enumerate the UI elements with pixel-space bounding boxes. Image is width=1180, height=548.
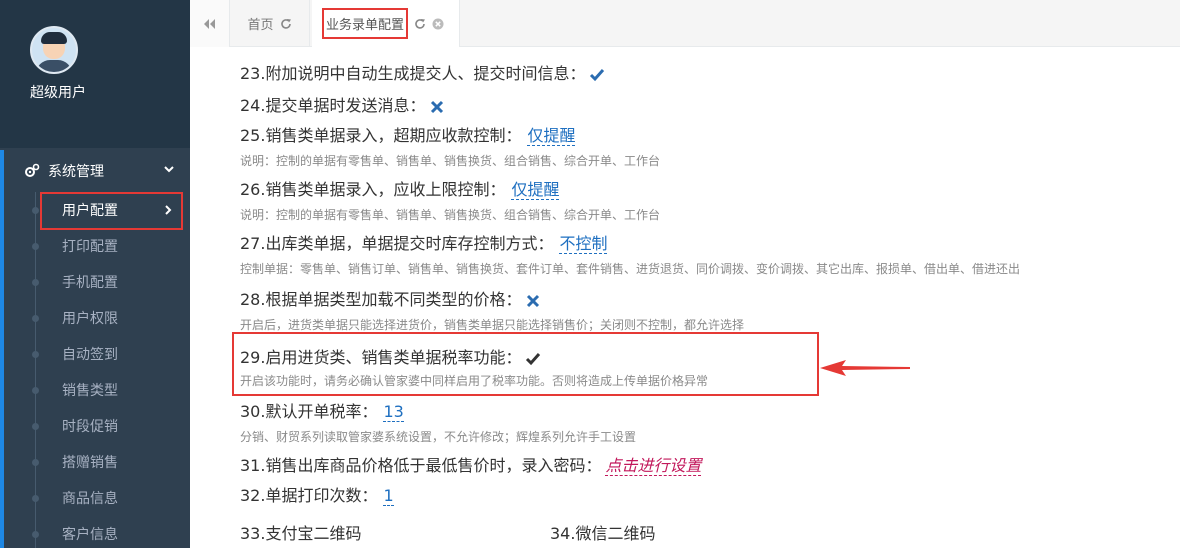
setting-label: 34.微信二维码 [550,524,656,543]
setting-note: 说明：控制的单据有零售单、销售单、销售换货、组合销售、综合开单、工作台 [240,154,661,168]
bullet-dot [32,351,39,358]
refresh-icon[interactable] [280,18,292,30]
sidebar-item-time-promotion[interactable]: 时段促销 [4,408,190,444]
sidebar-item-gift-sales[interactable]: 搭赠销售 [4,444,190,480]
avatar[interactable] [30,26,78,74]
bullet-dot [32,243,39,250]
annotation-box-user-config [40,192,183,230]
bullet-dot [32,315,39,322]
setting-value-link[interactable]: 13 [383,402,404,422]
sidebar-item-label: 客户信息 [62,527,118,543]
sidebar-item-label: 自动签到 [62,347,118,363]
sidebar-item-auto-checkin[interactable]: 自动签到 [4,336,190,372]
setting-label: 31.销售出库商品价格低于最低售价时，录入密码： [240,456,602,475]
sidebar-item-customer-info[interactable]: 客户信息 [4,516,190,548]
user-name: 超级用户 [30,85,86,101]
setting-label: 23.附加说明中自动生成提交人、提交时间信息： [240,64,586,83]
setting-label: 28.根据单据类型加载不同类型的价格： [240,290,522,309]
bullet-dot [32,279,39,286]
setting-value-link[interactable]: 仅提醒 [527,126,576,146]
menu-title-system[interactable]: 系统管理 [4,150,190,192]
setting-label: 30.默认开单税率： [240,402,378,421]
setting-label: 33.支付宝二维码 [240,524,362,543]
setting-label: 27.出库类单据，单据提交时库存控制方式： [240,234,554,253]
refresh-icon[interactable] [414,18,426,30]
sidebar-item-print-config[interactable]: 打印配置 [4,228,190,264]
sidebar-item-label: 打印配置 [62,239,118,255]
bullet-dot [32,207,39,214]
bullet-dot [32,495,39,502]
setting-label: 26.销售类单据录入，应收上限控制： [240,180,506,199]
setting-27: 27.出库类单据，单据提交时库存控制方式： 不控制 [240,230,608,254]
tab-home[interactable]: 首页 [230,0,310,47]
setting-23: 23.附加说明中自动生成提交人、提交时间信息： [240,60,605,84]
setting-note: 分销、财贸系列读取管家婆系统设置，不允许修改；辉煌系列允许手工设置 [240,430,637,444]
tab-bar: 首页 业务录单配置 [190,0,1180,47]
bullet-dot [32,423,39,430]
setting-30: 30.默认开单税率： 13 [240,398,404,422]
sidebar-item-user-permissions[interactable]: 用户权限 [4,300,190,336]
set-password-link[interactable]: 点击进行设置 [605,456,702,476]
tab-business-entry-config[interactable]: 业务录单配置 [312,0,460,47]
setting-26: 26.销售类单据录入，应收上限控制： 仅提醒 [240,176,560,200]
sidebar-item-label: 销售类型 [62,383,118,399]
setting-34: 34.微信二维码 [550,520,655,544]
setting-32: 32.单据打印次数： 1 [240,482,394,506]
tab-label: 首页 [247,18,274,33]
sidebar-item-label: 用户权限 [62,311,118,327]
double-chevron-left-icon [203,18,215,29]
sidebar: 超级用户 系统管理 用户配置 打印配置 手机配置 用户权限 自动签到 销售类型 [0,0,190,548]
setting-value-link[interactable]: 仅提醒 [511,180,560,200]
sidebar-item-product-info[interactable]: 商品信息 [4,480,190,516]
setting-24: 24.提交单据时发送消息： [240,92,445,116]
bullet-dot [32,387,39,394]
tab-scroll-left-button[interactable] [190,0,230,47]
setting-label: 25.销售类单据录入，超期应收款控制： [240,126,522,145]
user-profile: 超级用户 [0,0,190,148]
chevron-down-icon [164,166,174,173]
sidebar-item-label: 商品信息 [62,491,118,507]
cross-icon[interactable] [525,293,541,309]
setting-value-link[interactable]: 1 [383,486,394,506]
bullet-dot [32,531,39,538]
annotation-box-tax-setting [232,332,819,396]
close-icon[interactable] [432,18,444,30]
sidebar-item-sales-type[interactable]: 销售类型 [4,372,190,408]
setting-note: 控制单据：零售单、销售订单、销售单、销售换货、套件订单、套件销售、进货退货、同价… [240,262,1021,276]
setting-label: 32.单据打印次数： [240,486,378,505]
setting-note: 说明：控制的单据有零售单、销售单、销售换货、组合销售、综合开单、工作台 [240,208,661,222]
sidebar-item-label: 时段促销 [62,419,118,435]
setting-note: 开启后，进货类单据只能选择进货价，销售类单据只能选择销售价；关闭则不控制，都允许… [240,318,745,332]
setting-31: 31.销售出库商品价格低于最低售价时，录入密码： 点击进行设置 [240,452,702,476]
sidebar-item-mobile-config[interactable]: 手机配置 [4,264,190,300]
setting-25: 25.销售类单据录入，超期应收款控制： 仅提醒 [240,122,576,146]
sidebar-item-label: 搭赠销售 [62,455,118,471]
menu-title-label: 系统管理 [48,164,104,180]
bullet-dot [32,459,39,466]
cross-icon[interactable] [429,99,445,115]
setting-label: 24.提交单据时发送消息： [240,96,426,115]
sidebar-item-label: 手机配置 [62,275,118,291]
check-icon[interactable] [589,67,605,83]
tab-label: 业务录单配置 [322,8,409,39]
setting-33: 33.支付宝二维码 [240,520,361,544]
annotation-arrow-icon [820,360,910,376]
setting-28: 28.根据单据类型加载不同类型的价格： [240,286,541,310]
setting-value-link[interactable]: 不控制 [559,234,608,254]
gear-icon [25,163,40,177]
